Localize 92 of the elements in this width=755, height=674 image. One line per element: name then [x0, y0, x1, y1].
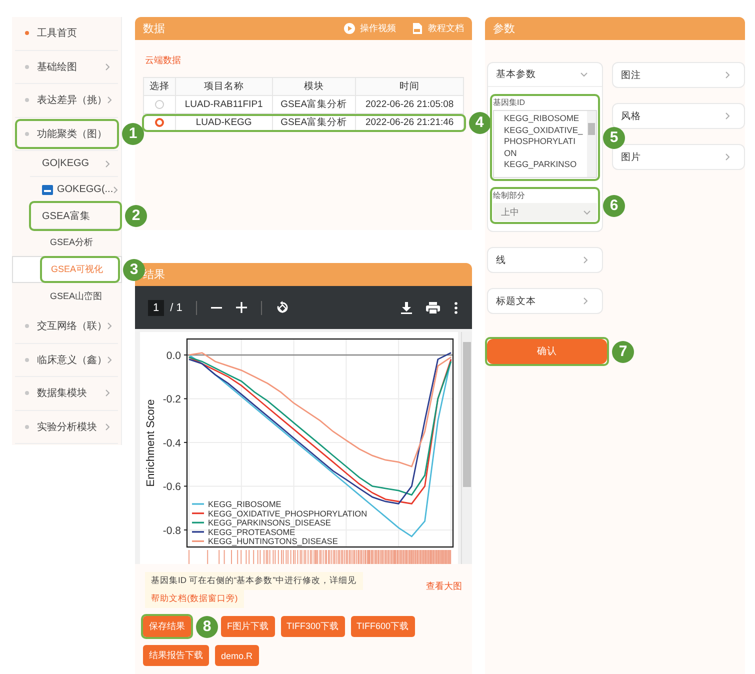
chevron-right-icon: [107, 322, 112, 330]
play-icon: [344, 23, 355, 34]
item-label: 基础绘图: [37, 60, 78, 74]
section-header[interactable]: 标题文本: [488, 289, 602, 313]
sidebar-item[interactable]: 工具首页: [15, 17, 118, 50]
text-line: PHOSPHORYLATI: [504, 136, 576, 148]
table-cell: LUAD-KEGG: [196, 117, 252, 128]
item-label: 实验分析模块: [37, 420, 98, 434]
table-cell: 2022-06-26 21:21:46: [365, 117, 454, 128]
sidebar-item[interactable]: GO|KEGG: [30, 151, 118, 177]
item-label: GOKEGG(...: [57, 184, 114, 195]
sidebar-item[interactable]: GOKEGG(...: [30, 177, 118, 203]
field-label: 基因集ID: [493, 97, 526, 108]
sidebar-item[interactable]: 交互网络（联）: [15, 310, 118, 344]
table-cell: GSEA富集分析: [280, 117, 348, 128]
item-label: GSEA山峦图: [50, 290, 104, 303]
section-header[interactable]: 基本参数: [488, 63, 602, 87]
page-total: / 1: [170, 302, 182, 314]
column-header: 项目名称: [204, 81, 244, 92]
page-number-field[interactable]: 1: [148, 300, 164, 316]
table-cell: 2022-06-26 21:05:08: [365, 99, 454, 110]
highlight-frame: [141, 614, 193, 639]
chevron-right-icon: [105, 389, 110, 398]
table-cell: LUAD-RAB11FIP1: [184, 99, 263, 110]
sidebar-item[interactable]: 临床意义（鑫）: [15, 344, 118, 377]
text-line: KEGG_PARKINSO: [504, 159, 578, 170]
column-header: 选择: [150, 81, 170, 92]
table-cell: GSEA富集分析: [280, 99, 348, 110]
item-label: 临床意义（鑫）: [37, 354, 107, 367]
sidebar-item[interactable]: 表达差异（挑）: [15, 84, 118, 118]
chevron-right-icon: [105, 62, 110, 71]
download-icon[interactable]: [401, 302, 412, 314]
tick-label: -0.4: [162, 437, 181, 450]
section-header[interactable]: 线: [488, 248, 602, 272]
callout-badge: 2: [125, 204, 147, 226]
plus-icon[interactable]: [236, 302, 248, 313]
scrollbar[interactable]: [461, 332, 472, 564]
tick-label: -0.6: [162, 481, 181, 494]
sidebar-item[interactable]: 功能聚类（图）: [15, 118, 118, 151]
sidebar-item[interactable]: GSEA富集: [30, 203, 118, 229]
more-icon[interactable]: [454, 302, 458, 314]
document-icon: [412, 23, 423, 34]
chevron-right-icon: [107, 356, 112, 364]
sidebar-item[interactable]: 基础绘图: [15, 50, 118, 84]
tick-label: -0.2: [162, 394, 181, 406]
axis-title: Enrichment Score: [145, 399, 157, 487]
legend-label: KEGG_HUNTINGTONS_DISEASE: [208, 536, 338, 546]
item-label: GSEA分析: [50, 236, 94, 249]
print-icon[interactable]: [426, 302, 440, 314]
legend-label: KEGG_OXIDATIVE_PHOSPHORYLATION: [208, 508, 368, 518]
item-label: 表达差异（挑）: [37, 94, 107, 108]
hint-text: 基因集ID 可在右侧的“基本参数”中进行修改，详细见: [145, 572, 363, 590]
select-field: 上中: [493, 203, 597, 221]
section-header[interactable]: 风格: [613, 104, 744, 128]
column-header: 时间: [400, 81, 420, 92]
radio-button[interactable]: [155, 118, 164, 127]
item-label: 功能聚类（图）: [37, 128, 108, 141]
text-line: ON: [504, 148, 518, 159]
radio-button[interactable]: [155, 100, 164, 109]
column-header: 模块: [304, 81, 324, 92]
section-header[interactable]: 图注: [613, 63, 744, 87]
item-label: GO|KEGG: [42, 158, 90, 169]
window-icon: [42, 184, 53, 194]
legend-label: KEGG_PARKINSONS_DISEASE: [208, 518, 331, 528]
item-label: 工具首页: [37, 27, 78, 40]
chevron-right-icon: [105, 160, 110, 168]
legend-label: KEGG_PROTEASOME: [208, 526, 296, 537]
gene-set-textarea[interactable]: KEGG_RIBOSOME KEGG_OXIDATIVE_ PHOSPHORYLATI ON KEGG_PARKINSO: [493, 110, 597, 178]
panel-title: 数据: [143, 22, 166, 36]
section-header[interactable]: 图片: [613, 145, 744, 169]
tick-label: 0.0: [166, 350, 181, 362]
sidebar-item[interactable]: GSEA山峦图: [12, 283, 121, 310]
legend-label: KEGG_RIBOSOME: [208, 499, 282, 509]
text-line: KEGG_OXIDATIVE_: [504, 124, 584, 136]
chevron-down-icon: [583, 210, 591, 214]
sidebar-item[interactable]: 数据集模块: [15, 377, 118, 410]
sidebar-item[interactable]: 实验分析模块: [15, 410, 118, 444]
field-label: 绘制部分: [493, 190, 526, 201]
item-label: 数据集模块: [37, 386, 88, 400]
callout-badge: 1: [122, 122, 144, 145]
item-label: GSEA富集: [42, 210, 91, 222]
text-line: KEGG_RIBOSOME: [504, 113, 580, 124]
chevron-right-icon: [113, 186, 118, 194]
scrollbar[interactable]: [587, 111, 596, 177]
item-label: 交互网络（联）: [37, 320, 107, 334]
chevron-right-icon: [105, 422, 110, 431]
rotate-icon[interactable]: [276, 301, 290, 314]
item-label: GSEA可视化: [51, 263, 104, 276]
panel-title: 参数: [493, 22, 516, 36]
tick-label: -0.8: [162, 524, 181, 537]
sidebar-item[interactable]: GSEA分析: [12, 229, 121, 256]
chevron-right-icon: [107, 96, 112, 104]
